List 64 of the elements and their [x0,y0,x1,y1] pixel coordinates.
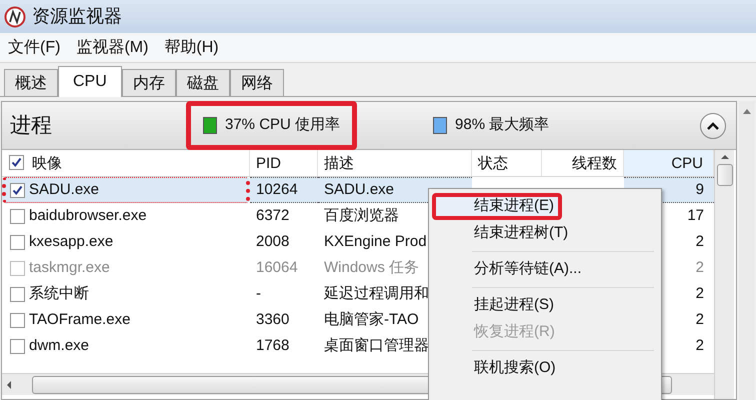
table-cell-text: 17 [686,206,705,226]
table-cell-text: 2 [694,258,705,278]
menu-item[interactable]: 文件(F) [2,36,66,60]
table-cell-text: taskmgr.exe [29,258,110,278]
table-cell-text: TAOFrame.exe [29,310,130,330]
section-header[interactable]: 进程 37% CPU 使用率 98% 最大频率 [2,102,736,150]
table-cell-text: 延迟过程调用和 [323,284,430,304]
table-cell-text: 2 [694,284,705,304]
table-cell-text: 6372 [255,206,290,226]
checkbox[interactable] [10,339,25,354]
column-header[interactable]: PID [250,150,318,176]
column-header[interactable]: 状态 [472,150,542,176]
scroll-up-icon [742,107,752,115]
checkbox[interactable] [10,209,25,224]
table-cell-text: baidubrowser.exe [29,206,147,226]
frequency-text: 98% 最大频率 [455,115,550,136]
table-cell-text: Windows 任务 [323,258,420,278]
menu-item[interactable]: 帮助(H) [158,36,225,60]
checkbox[interactable] [10,313,25,328]
checkbox[interactable] [10,183,25,198]
context-menu-item[interactable]: 结束进程(E) [432,193,562,220]
table-cell-text: 系统中断 [29,284,89,304]
table-cell-text: 2 [694,336,705,356]
table-cell-text: dwm.exe [29,336,90,356]
table-cell-text: 百度浏览器 [323,206,400,226]
checkbox[interactable] [10,287,25,302]
table-cell-text: 3360 [255,310,290,330]
checkbox[interactable] [9,155,24,170]
table-cell-text: 16064 [255,258,299,278]
tab[interactable]: CPU [58,66,122,97]
outer-scrollbar[interactable] [739,101,755,400]
checkbox[interactable] [10,235,25,250]
table-cell-text: KXEngine Prod [323,232,428,252]
context-menu-item[interactable]: 挂起进程(S) [432,292,658,319]
tab[interactable]: 概述 [4,69,58,96]
check-icon [12,185,23,196]
tab[interactable]: 内存 [122,69,176,96]
collapse-button[interactable] [700,113,726,139]
app-icon [4,6,26,28]
context-menu-item[interactable]: 联机搜索(O) [432,355,658,382]
table-cell-text: 2 [694,310,705,330]
context-menu-item[interactable]: 结束进程树(T) [432,220,658,247]
table-cell-text: 2008 [255,232,290,252]
table-cell-text: 1768 [255,336,290,356]
column-header[interactable]: CPU [624,150,714,176]
tab[interactable]: 网络 [230,69,284,96]
column-header[interactable]: 描述 [318,150,472,176]
window-title: 资源监视器 [32,5,122,28]
vertical-scrollbar[interactable] [714,150,734,399]
check-icon [11,157,22,168]
menu-item[interactable]: 监视器(M) [70,36,154,60]
table-cell-text: 电脑管家-TAO [323,310,420,330]
table-cell-text: kxesapp.exe [29,232,114,252]
cpu-usage-text: 37% CPU 使用率 [225,115,340,136]
scroll-thumb[interactable] [716,164,732,186]
table-cell-text: SADU.exe [29,180,100,200]
section-title: 进程 [10,112,53,139]
tab[interactable]: 磁盘 [176,69,230,96]
table-cell: 10264 [250,177,318,203]
table-cell-text: 桌面窗口管理器 [323,336,430,356]
table-cell-text: 2 [694,232,705,252]
chevron-icon [707,122,719,130]
table-cell-text: - [255,284,262,304]
context-menu-item[interactable]: 分析等待链(A)... [432,256,658,283]
